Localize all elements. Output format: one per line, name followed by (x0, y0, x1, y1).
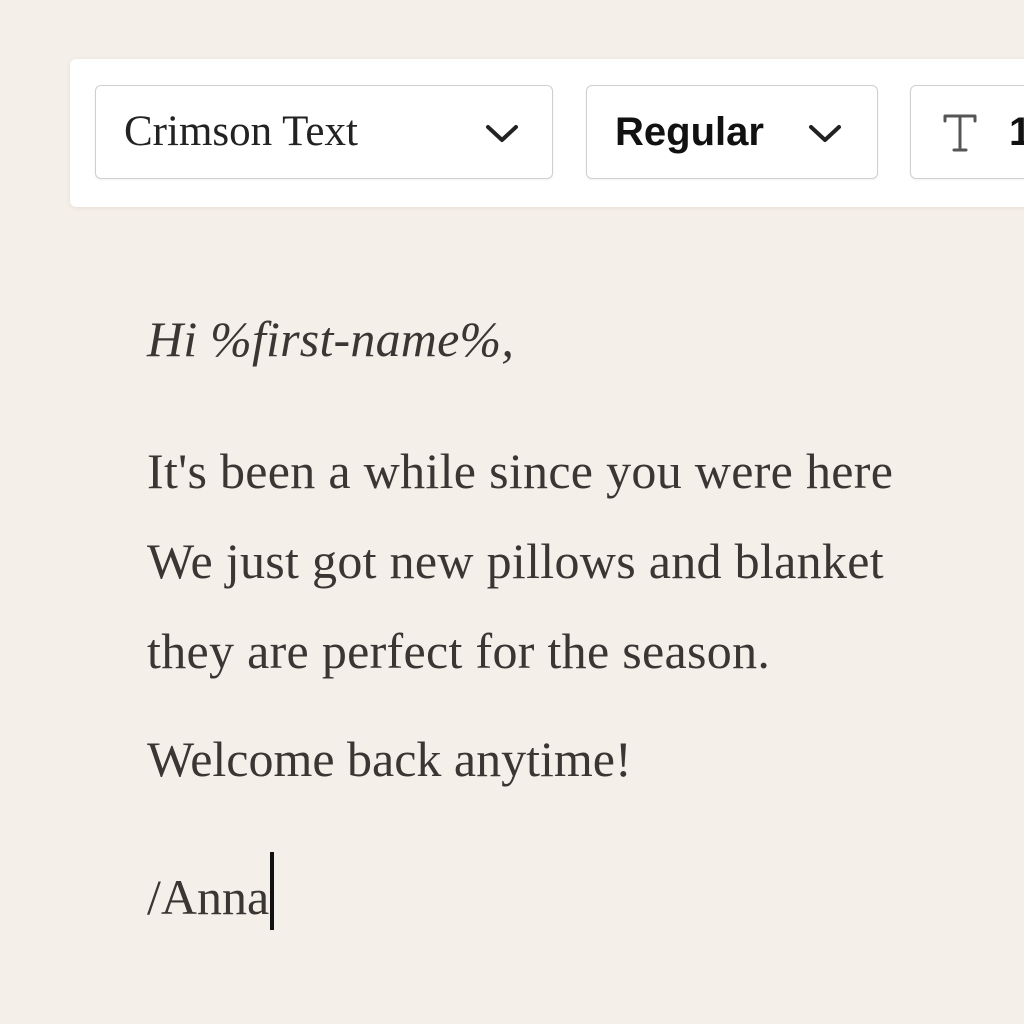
email-body-editor[interactable]: Hi %first-name%, It's been a while since… (147, 300, 1024, 960)
text-cursor (270, 852, 275, 930)
signature-line: /Anna (147, 852, 275, 930)
signature-text: /Anna (147, 869, 270, 925)
closing-line: Welcome back anytime! (147, 731, 632, 787)
chevron-down-icon (486, 125, 518, 142)
greeting-line: Hi %first-name%, (147, 311, 515, 367)
chevron-down-icon (809, 125, 841, 142)
message-line: We just got new pillows and blanket (147, 533, 884, 589)
font-family-dropdown[interactable]: Crimson Text (95, 85, 553, 179)
message-paragraph: It's been a while since you were here We… (147, 426, 893, 696)
message-line: they are perfect for the season. (147, 623, 771, 679)
formatting-toolbar: Crimson Text Regular 1 (70, 59, 1024, 207)
message-line: It's been a while since you were here (147, 443, 894, 499)
font-weight-dropdown[interactable]: Regular (586, 85, 878, 179)
font-size-value: 1 (1009, 110, 1024, 154)
font-family-label: Crimson Text (124, 108, 358, 155)
font-weight-label: Regular (615, 110, 764, 154)
font-size-control[interactable]: 1 (910, 85, 1024, 179)
text-size-icon (943, 114, 977, 152)
email-editor-page: Crimson Text Regular 1 Hi %first-name%, … (0, 0, 1024, 1024)
